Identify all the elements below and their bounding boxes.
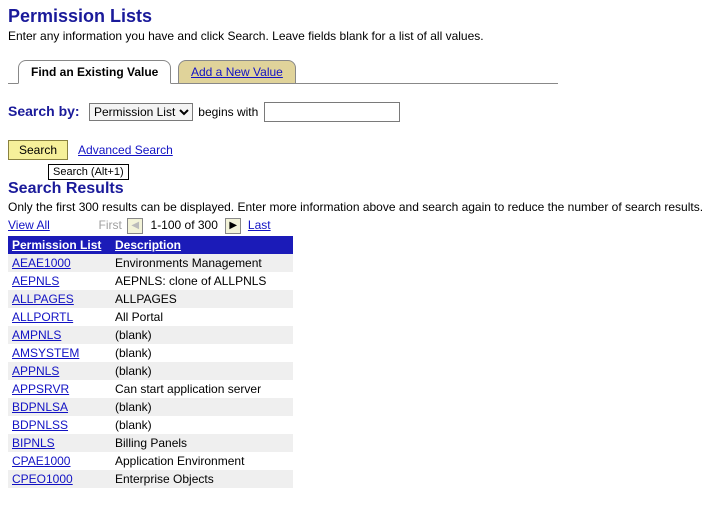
permission-list-link[interactable]: CPEO1000	[12, 472, 73, 486]
table-row: CPEO1000 Enterprise Objects	[8, 470, 293, 488]
table-row: BDPNLSA (blank)	[8, 398, 293, 416]
table-row: ALLPAGES ALLPAGES	[8, 290, 293, 308]
description-cell: Billing Panels	[111, 434, 293, 452]
description-cell: (blank)	[111, 416, 293, 434]
tab-add-new[interactable]: Add a New Value	[178, 60, 296, 84]
prev-arrow-icon: ◀	[127, 218, 143, 234]
col-header-permission-list[interactable]: Permission List	[8, 236, 111, 254]
description-cell: (blank)	[111, 398, 293, 416]
results-table: Permission List Description AEAE1000 Envi…	[8, 236, 293, 488]
table-row: AMSYSTEM (blank)	[8, 344, 293, 362]
first-label: First	[99, 218, 122, 232]
range-text: 1-100 of 300	[151, 218, 218, 232]
description-cell: Environments Management	[111, 254, 293, 272]
search-field-select[interactable]: Permission List	[89, 103, 193, 121]
description-cell: Can start application server	[111, 380, 293, 398]
results-title: Search Results	[8, 180, 725, 198]
tab-row: Find an Existing Value Add a New Value	[8, 61, 558, 84]
permission-list-link[interactable]: BDPNLSS	[12, 418, 68, 432]
col-header-description[interactable]: Description	[111, 236, 293, 254]
table-row: AEPNLS AEPNLS: clone of ALLPNLS	[8, 272, 293, 290]
advanced-search-link[interactable]: Advanced Search	[78, 143, 173, 157]
permission-list-link[interactable]: ALLPORTL	[12, 310, 73, 324]
table-row: BIPNLS Billing Panels	[8, 434, 293, 452]
results-nav: View All First ◀ 1-100 of 300 ▶ Last	[8, 218, 725, 234]
description-cell: (blank)	[111, 344, 293, 362]
table-row: AMPNLS (blank)	[8, 326, 293, 344]
table-row: APPSRVR Can start application server	[8, 380, 293, 398]
permission-list-link[interactable]: AEPNLS	[12, 274, 59, 288]
permission-list-link[interactable]: BDPNLSA	[12, 400, 68, 414]
search-value-input[interactable]	[264, 102, 400, 122]
search-tooltip: Search (Alt+1)	[48, 164, 129, 180]
results-note: Only the first 300 results can be displa…	[8, 200, 725, 214]
permission-list-link[interactable]: CPAE1000	[12, 454, 70, 468]
action-row: Search Advanced Search	[8, 140, 725, 160]
description-cell: AEPNLS: clone of ALLPNLS	[111, 272, 293, 290]
permission-list-link[interactable]: AMSYSTEM	[12, 346, 79, 360]
table-row: APPNLS (blank)	[8, 362, 293, 380]
permission-list-link[interactable]: ALLPAGES	[12, 292, 74, 306]
table-row: BDPNLSS (blank)	[8, 416, 293, 434]
instruction-text: Enter any information you have and click…	[8, 29, 725, 43]
last-link[interactable]: Last	[248, 218, 271, 232]
table-row: ALLPORTL All Portal	[8, 308, 293, 326]
permission-list-link[interactable]: APPSRVR	[12, 382, 69, 396]
search-operator-label: begins with	[198, 105, 258, 119]
search-button[interactable]: Search	[8, 140, 68, 160]
permission-list-link[interactable]: AEAE1000	[12, 256, 71, 270]
description-cell: ALLPAGES	[111, 290, 293, 308]
description-cell: (blank)	[111, 362, 293, 380]
search-by-row: Search by: Permission List begins with	[8, 102, 725, 122]
page-title: Permission Lists	[8, 6, 725, 27]
description-cell: All Portal	[111, 308, 293, 326]
view-all-link[interactable]: View All	[8, 218, 50, 232]
next-arrow-icon[interactable]: ▶	[225, 218, 241, 234]
tab-find-existing[interactable]: Find an Existing Value	[18, 60, 171, 84]
permission-list-link[interactable]: AMPNLS	[12, 328, 61, 342]
permission-list-link[interactable]: APPNLS	[12, 364, 59, 378]
search-by-label: Search by:	[8, 103, 80, 119]
description-cell: Enterprise Objects	[111, 470, 293, 488]
permission-list-link[interactable]: BIPNLS	[12, 436, 55, 450]
description-cell: (blank)	[111, 326, 293, 344]
table-row: CPAE1000 Application Environment	[8, 452, 293, 470]
table-row: AEAE1000 Environments Management	[8, 254, 293, 272]
description-cell: Application Environment	[111, 452, 293, 470]
